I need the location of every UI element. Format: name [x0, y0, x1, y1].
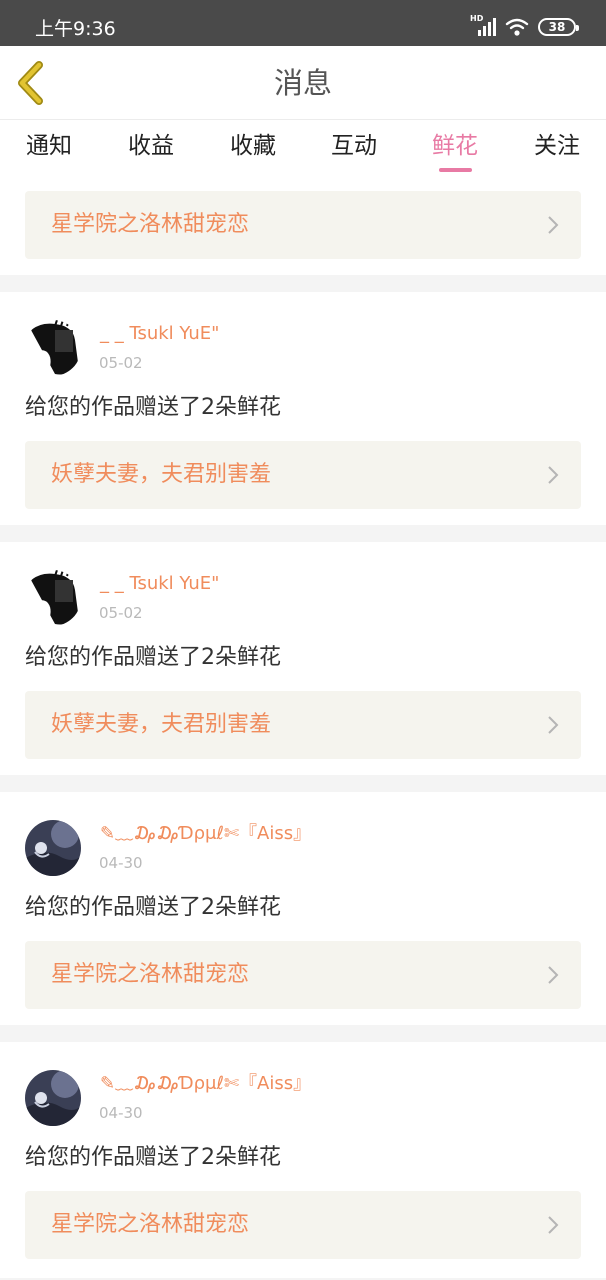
- battery-level: 38: [548, 20, 566, 34]
- tab-earnings[interactable]: 收益: [128, 130, 174, 162]
- tab-bar: 通知 收益 收藏 互动 鲜花 关注: [0, 120, 606, 176]
- chevron-right-icon: [548, 466, 559, 484]
- tab-flowers[interactable]: 鲜花: [432, 130, 478, 162]
- network-label: HD: [470, 14, 484, 23]
- username[interactable]: _ _ Tsukl YuE": [100, 572, 219, 596]
- list-item: 星学院之洛林甜宠恋: [0, 176, 606, 275]
- wifi-icon: [505, 18, 529, 36]
- message-date: 05-02: [99, 354, 143, 372]
- work-link[interactable]: 妖孽夫妻，夫君别害羞: [25, 441, 581, 509]
- message-text: 给您的作品赠送了2朵鲜花: [25, 395, 281, 420]
- list-item: ✎﹏₯₯Ɗρμℓ✄『Aiss』 04-30 给您的作品赠送了2朵鲜花 星学院之洛…: [0, 1042, 606, 1278]
- active-tab-indicator: [439, 168, 472, 172]
- chevron-right-icon: [548, 1216, 559, 1234]
- message-date: 05-02: [99, 604, 143, 622]
- tab-interactions[interactable]: 互动: [331, 130, 377, 162]
- user-row: ✎﹏₯₯Ɗρμℓ✄『Aiss』 04-30: [25, 820, 581, 880]
- battery-icon: 38: [538, 18, 579, 36]
- nav-bar: 消息: [0, 46, 606, 120]
- signal-icon: HD: [470, 14, 496, 38]
- tab-notifications[interactable]: 通知: [26, 130, 72, 162]
- username[interactable]: _ _ Tsukl YuE": [100, 322, 219, 346]
- tab-follows[interactable]: 关注: [534, 130, 580, 162]
- username[interactable]: ✎﹏₯₯Ɗρμℓ✄『Aiss』: [100, 1072, 311, 1096]
- message-text: 给您的作品赠送了2朵鲜花: [25, 1145, 281, 1170]
- status-icons: HD 38: [470, 14, 579, 38]
- list-item: _ _ Tsukl YuE" 05-02 给您的作品赠送了2朵鲜花 妖孽夫妻，夫…: [0, 542, 606, 775]
- user-row: _ _ Tsukl YuE" 05-02: [25, 320, 581, 380]
- avatar[interactable]: [25, 1070, 81, 1126]
- user-row: ✎﹏₯₯Ɗρμℓ✄『Aiss』 04-30: [25, 1070, 581, 1130]
- work-link[interactable]: 星学院之洛林甜宠恋: [25, 191, 581, 259]
- avatar[interactable]: [25, 570, 81, 626]
- tab-favorites[interactable]: 收藏: [230, 130, 276, 162]
- avatar[interactable]: [25, 820, 81, 876]
- list-item: ✎﹏₯₯Ɗρμℓ✄『Aiss』 04-30 给您的作品赠送了2朵鲜花 星学院之洛…: [0, 792, 606, 1025]
- message-list: 星学院之洛林甜宠恋 _ _ Tsukl YuE" 05-02 给您的作品赠送了2…: [0, 176, 606, 1278]
- username[interactable]: ✎﹏₯₯Ɗρμℓ✄『Aiss』: [100, 822, 311, 846]
- work-title: 妖孽夫妻，夫君别害羞: [51, 712, 272, 737]
- work-link[interactable]: 妖孽夫妻，夫君别害羞: [25, 691, 581, 759]
- user-row: _ _ Tsukl YuE" 05-02: [25, 570, 581, 630]
- message-date: 04-30: [99, 1104, 143, 1122]
- work-title: 妖孽夫妻，夫君别害羞: [51, 462, 272, 487]
- message-date: 04-30: [99, 854, 143, 872]
- chevron-right-icon: [548, 716, 559, 734]
- chevron-right-icon: [548, 966, 559, 984]
- work-link[interactable]: 星学院之洛林甜宠恋: [25, 1191, 581, 1259]
- avatar[interactable]: [25, 320, 81, 376]
- work-link[interactable]: 星学院之洛林甜宠恋: [25, 941, 581, 1009]
- message-text: 给您的作品赠送了2朵鲜花: [25, 645, 281, 670]
- status-time: 上午9:36: [35, 18, 116, 40]
- status-bar: 上午9:36 HD 38: [0, 0, 606, 46]
- list-item: _ _ Tsukl YuE" 05-02 给您的作品赠送了2朵鲜花 妖孽夫妻，夫…: [0, 292, 606, 525]
- chevron-right-icon: [548, 216, 559, 234]
- work-title: 星学院之洛林甜宠恋: [51, 1212, 250, 1237]
- page-title: 消息: [273, 66, 332, 100]
- message-text: 给您的作品赠送了2朵鲜花: [25, 895, 281, 920]
- work-title: 星学院之洛林甜宠恋: [51, 962, 250, 987]
- work-title: 星学院之洛林甜宠恋: [51, 212, 250, 237]
